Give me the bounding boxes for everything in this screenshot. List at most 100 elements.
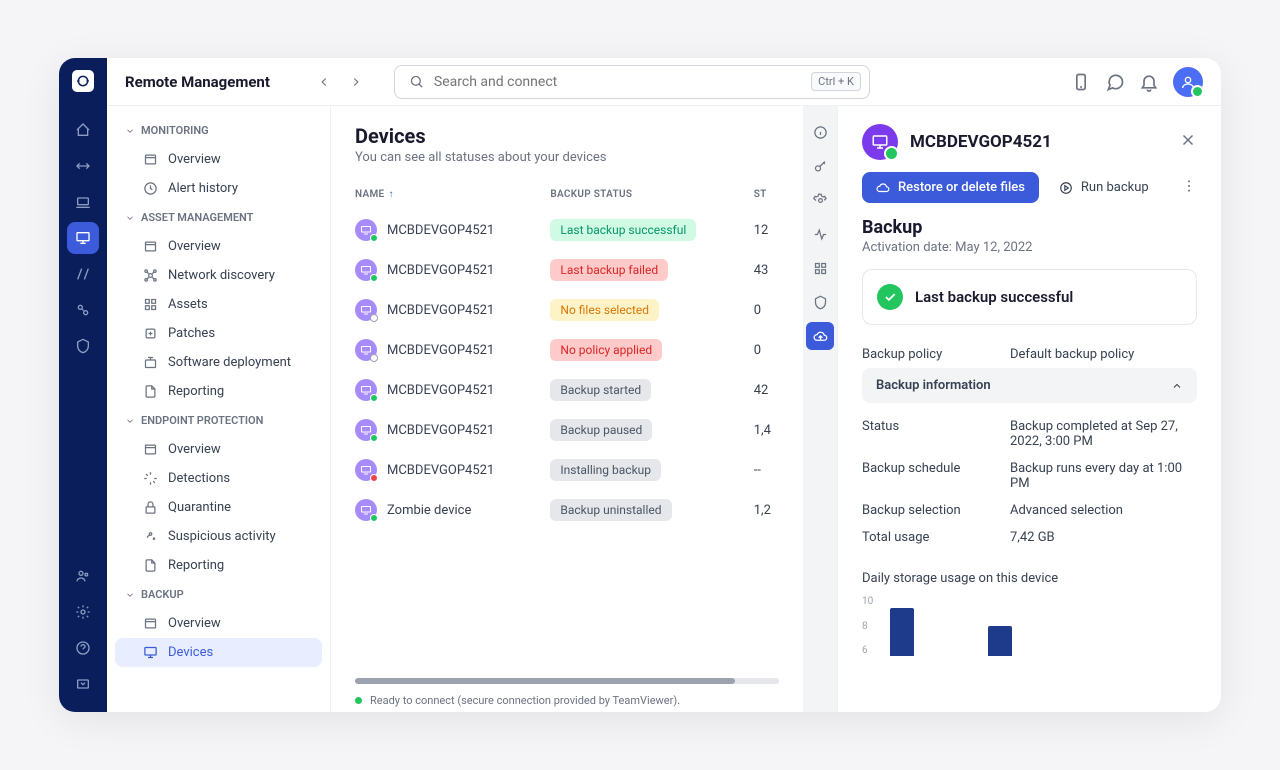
sidebar-group-endpoint-protection[interactable]: ENDPOINT PROTECTION (115, 406, 322, 435)
search-icon (409, 74, 424, 89)
table-row[interactable]: MCBDEVGOP4521Backup paused1,4 (343, 410, 791, 450)
info-row: Backup selectionAdvanced selection (862, 497, 1197, 524)
main-column: Remote Management Ctrl + K MON (107, 58, 1221, 712)
search-shortcut: Ctrl + K (811, 72, 861, 91)
table-row[interactable]: MCBDEVGOP4521No files selected0 (343, 290, 791, 330)
info-row: Backup scheduleBackup runs every day at … (862, 455, 1197, 497)
sidebar-item-overview[interactable]: Overview (115, 609, 322, 638)
chart-bar (988, 626, 1012, 656)
storage-chart: 1086 (862, 596, 1197, 656)
chevron-up-icon (1171, 380, 1183, 392)
logo[interactable] (72, 70, 94, 92)
nav-back[interactable] (310, 68, 338, 96)
nav-help[interactable] (67, 632, 99, 664)
sidebar-item-reporting[interactable]: Reporting (115, 377, 322, 406)
tool-settings[interactable] (806, 186, 834, 214)
device-icon (355, 219, 377, 241)
nav-settings[interactable] (67, 596, 99, 628)
tool-info[interactable] (806, 118, 834, 146)
sidebar-item-alert-history[interactable]: Alert history (115, 174, 322, 203)
app-frame: Remote Management Ctrl + K MON (59, 58, 1221, 712)
status-bar: Ready to connect (secure connection prov… (331, 688, 803, 712)
table-row[interactable]: Zombie deviceBackup uninstalled1,2 (343, 490, 791, 530)
device-icon (355, 499, 377, 521)
device-icon (355, 459, 377, 481)
activation-date: Activation date: May 12, 2022 (862, 240, 1197, 255)
nav-security[interactable] (67, 330, 99, 362)
mobile-icon[interactable] (1071, 72, 1091, 92)
backup-section-title: Backup (862, 217, 1197, 238)
nav-integrations[interactable] (67, 294, 99, 326)
device-icon (355, 259, 377, 281)
devices-table: NAME↑ BACKUP STATUS ST MCBDEVGOP4521Last… (343, 179, 791, 530)
sidebar-item-overview[interactable]: Overview (115, 435, 322, 464)
content-subheading: You can see all statuses about your devi… (355, 150, 779, 165)
device-icon (355, 419, 377, 441)
table-row[interactable]: MCBDEVGOP4521Last backup successful12 (343, 210, 791, 250)
table-row[interactable]: MCBDEVGOP4521Backup started42 (343, 370, 791, 410)
nav-workflows[interactable] (67, 258, 99, 290)
nav-home[interactable] (67, 114, 99, 146)
sidebar-item-network-discovery[interactable]: Network discovery (115, 261, 322, 290)
horizontal-scrollbar[interactable] (355, 678, 779, 684)
device-icon (355, 339, 377, 361)
bell-icon[interactable] (1139, 72, 1159, 92)
chevron-down-icon (125, 213, 135, 223)
detail-panel: MCBDEVGOP4521 Restore or delete files Ru… (837, 106, 1221, 712)
detail-rail (803, 106, 837, 712)
backup-info-accordion[interactable]: Backup information (862, 368, 1197, 403)
restore-delete-button[interactable]: Restore or delete files (862, 172, 1039, 203)
col-name[interactable]: NAME↑ (343, 179, 538, 210)
tool-grid[interactable] (806, 254, 834, 282)
table-row[interactable]: MCBDEVGOP4521Installing backup-- (343, 450, 791, 490)
sidebar-item-assets[interactable]: Assets (115, 290, 322, 319)
table-row[interactable]: MCBDEVGOP4521No policy applied0 (343, 330, 791, 370)
info-row: StatusBackup completed at Sep 27, 2022, … (862, 413, 1197, 455)
sidebar-group-monitoring[interactable]: MONITORING (115, 116, 322, 145)
chevron-down-icon (125, 126, 135, 136)
nav-feedback[interactable] (67, 668, 99, 700)
status-dot-icon (355, 697, 362, 704)
chart-title: Daily storage usage on this device (862, 571, 1197, 586)
tool-shield[interactable] (806, 288, 834, 316)
sidebar-item-suspicious-activity[interactable]: Suspicious activity (115, 522, 322, 551)
search-box[interactable]: Ctrl + K (394, 65, 870, 99)
nav-devices[interactable] (67, 186, 99, 218)
user-avatar[interactable] (1173, 67, 1203, 97)
content-area: Devices You can see all statuses about y… (331, 106, 803, 712)
table-row[interactable]: MCBDEVGOP4521Last backup failed43 (343, 250, 791, 290)
sidebar-item-overview[interactable]: Overview (115, 145, 322, 174)
sidebar-item-devices[interactable]: Devices (115, 638, 322, 667)
tool-key[interactable] (806, 152, 834, 180)
content-heading: Devices (355, 124, 779, 148)
sidebar-item-software-deployment[interactable]: Software deployment (115, 348, 322, 377)
sidebar-item-quarantine[interactable]: Quarantine (115, 493, 322, 522)
col-storage[interactable]: ST (742, 179, 791, 210)
topbar: Remote Management Ctrl + K (107, 58, 1221, 106)
col-backup-status[interactable]: BACKUP STATUS (538, 179, 741, 210)
device-icon (355, 379, 377, 401)
more-menu[interactable] (1181, 178, 1197, 198)
nav-forward[interactable] (342, 68, 370, 96)
tool-cloud-backup[interactable] (806, 322, 834, 350)
sidebar-item-detections[interactable]: Detections (115, 464, 322, 493)
close-button[interactable] (1179, 131, 1197, 153)
status-card: Last backup successful (862, 269, 1197, 325)
sidebar-item-overview[interactable]: Overview (115, 232, 322, 261)
nav-remote-management[interactable] (67, 222, 99, 254)
chevron-down-icon (125, 590, 135, 600)
search-input[interactable] (434, 74, 801, 90)
sidebar-group-asset-management[interactable]: ASSET MANAGEMENT (115, 203, 322, 232)
detail-title: MCBDEVGOP4521 (910, 132, 1052, 152)
nav-users[interactable] (67, 560, 99, 592)
page-title: Remote Management (125, 73, 270, 91)
run-backup-button[interactable]: Run backup (1049, 172, 1159, 203)
chat-icon[interactable] (1105, 72, 1125, 92)
sidebar-group-backup[interactable]: BACKUP (115, 580, 322, 609)
nav-transfer[interactable] (67, 150, 99, 182)
sidebar-item-patches[interactable]: Patches (115, 319, 322, 348)
tool-monitor[interactable] (806, 220, 834, 248)
sidebar-item-reporting[interactable]: Reporting (115, 551, 322, 580)
check-icon (877, 284, 903, 310)
info-row: Total usage7,42 GB (862, 524, 1197, 551)
